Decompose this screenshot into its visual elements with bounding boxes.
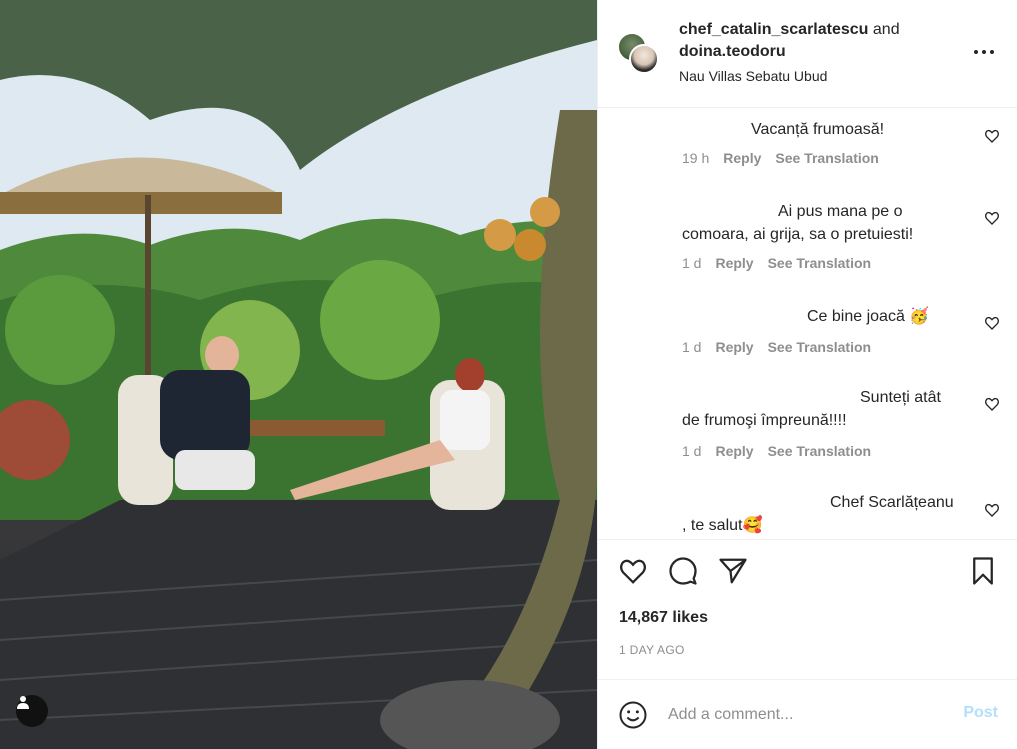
more-options-button[interactable] <box>972 42 996 62</box>
post-side-panel: chef_catalin_scarlatescu and doina.teodo… <box>597 0 1017 749</box>
comment-text: Chef Scarlățeanu , te salut🥰 <box>682 494 954 534</box>
comment-like-heart-icon[interactable] <box>984 315 1000 331</box>
post-button[interactable]: Post <box>963 704 998 722</box>
likes-count[interactable]: 14,867 likes <box>619 609 708 627</box>
user-tag-icon <box>17 696 29 709</box>
user-tag-button[interactable] <box>16 695 48 727</box>
comment-time: 1 d <box>682 339 702 355</box>
username-link[interactable]: doina.teodoru <box>679 43 786 60</box>
comment-text: Vacanță frumoasă! <box>751 121 885 138</box>
owners-joiner: and <box>872 21 900 38</box>
post-actions-bar <box>598 556 1017 592</box>
comment-text: Ce bine joacă 🥳 <box>807 308 930 325</box>
see-translation-button[interactable]: See Translation <box>768 339 871 355</box>
avatar[interactable] <box>629 44 659 74</box>
comment-text: Ai pus mana pe o comoara, ai grija, sa o… <box>682 203 914 243</box>
comment-input[interactable] <box>668 702 948 728</box>
post-owners: chef_catalin_scarlatescu and doina.teodo… <box>679 19 959 63</box>
reply-button[interactable]: Reply <box>715 339 753 355</box>
heart-icon[interactable] <box>618 556 648 586</box>
comment-text: Sunteți atât de frumoşi împreună!!!! <box>682 389 941 429</box>
add-comment-bar: Post <box>598 679 1017 749</box>
more-dots-icon <box>974 50 978 54</box>
comment-time: 1 d <box>682 443 702 459</box>
comment-like-heart-icon[interactable] <box>984 128 1000 144</box>
list-item: Ce bine joacă 🥳 1 d Reply See Translatio… <box>598 305 1017 375</box>
comment-meta: 1 d Reply See Translation <box>682 255 871 271</box>
comment-meta: 19 h Reply See Translation <box>682 150 879 166</box>
location-link[interactable]: Nau Villas Sebatu Ubud <box>679 68 827 84</box>
comment-meta: 1 d Reply See Translation <box>682 339 871 355</box>
username-link[interactable]: chef_catalin_scarlatescu <box>679 21 868 38</box>
post-photo[interactable] <box>0 0 597 749</box>
see-translation-button[interactable]: See Translation <box>775 150 878 166</box>
list-item: Ai pus mana pe o comoara, ai grija, sa o… <box>598 199 1017 299</box>
comment-like-heart-icon[interactable] <box>984 210 1000 226</box>
collab-avatars[interactable] <box>617 32 659 76</box>
list-item: Chef Scarlățeanu , te salut🥰 <box>598 491 1017 539</box>
list-item: Vacanță frumoasă! 19 h Reply See Transla… <box>598 109 1017 189</box>
see-translation-button[interactable]: See Translation <box>768 255 871 271</box>
comment-time: 19 h <box>682 150 710 166</box>
comments-list[interactable]: Vacanță frumoasă! 19 h Reply See Transla… <box>598 109 1017 540</box>
paper-plane-icon[interactable] <box>718 556 748 586</box>
comment-bubble-icon[interactable] <box>668 556 698 586</box>
see-translation-button[interactable]: See Translation <box>768 443 871 459</box>
post-header: chef_catalin_scarlatescu and doina.teodo… <box>598 0 1017 108</box>
smiley-icon[interactable] <box>618 700 648 730</box>
reply-button[interactable]: Reply <box>715 443 753 459</box>
comment-like-heart-icon[interactable] <box>984 396 1000 412</box>
list-item: Sunteți atât de frumoşi împreună!!!! 1 d… <box>598 386 1017 476</box>
reply-button[interactable]: Reply <box>723 150 761 166</box>
bookmark-icon[interactable] <box>968 556 998 586</box>
comment-like-heart-icon[interactable] <box>984 502 1000 518</box>
reply-button[interactable]: Reply <box>715 255 753 271</box>
comment-time: 1 d <box>682 255 702 271</box>
comment-meta: 1 d Reply See Translation <box>682 443 871 459</box>
photo-illustration <box>0 0 597 749</box>
post-date[interactable]: 1 DAY AGO <box>619 643 685 657</box>
